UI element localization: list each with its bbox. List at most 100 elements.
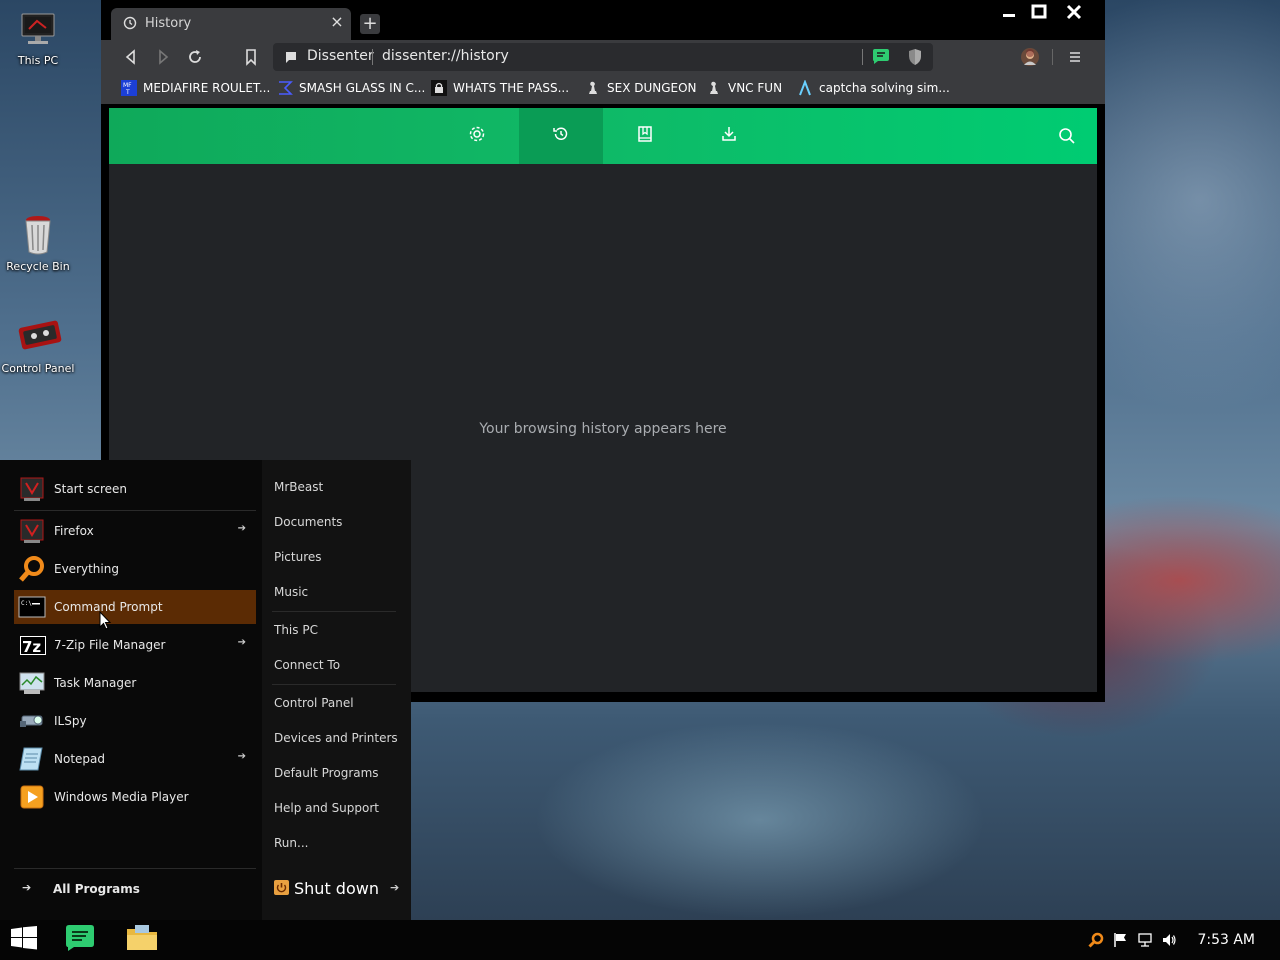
desktop-icon-label: This PC (17, 54, 59, 67)
program-7zip[interactable]: 7z 7-Zip File Manager ➔ (14, 628, 256, 662)
tab-title: History (145, 16, 192, 31)
tab-strip: History × + (101, 0, 1105, 40)
new-tab-button[interactable]: + (360, 14, 380, 34)
start-menu-places: MrBeast Documents Pictures Music This PC… (262, 460, 411, 920)
dissenter-comment-icon[interactable] (872, 49, 890, 65)
place-default-programs[interactable]: Default Programs (274, 758, 404, 788)
menu-icon[interactable] (1067, 49, 1083, 65)
program-start-screen[interactable]: Start screen (14, 472, 256, 506)
program-everything[interactable]: Everything (14, 552, 256, 586)
program-command-prompt[interactable]: C:\ Command Prompt (14, 590, 256, 624)
dissenter-icon (64, 924, 96, 956)
search-icon[interactable] (1057, 126, 1077, 146)
computer-icon (18, 10, 58, 50)
gear-icon (468, 125, 486, 147)
all-programs-button[interactable]: ➔ All Programs (14, 872, 256, 906)
bookmark-item[interactable]: WHATS THE PASS... (431, 80, 569, 98)
desktop-icon-this-pc[interactable]: This PC (0, 10, 76, 67)
taskbar: 7:53 AM (0, 920, 1280, 960)
mouse-cursor (99, 610, 113, 631)
svg-text:MF: MF (123, 82, 132, 89)
place-control-panel[interactable]: Control Panel (274, 688, 404, 718)
bookmark-item[interactable]: SEX DUNGEON (585, 80, 697, 98)
browser-toolbar: Dissenter dissenter://history (101, 40, 1105, 74)
recycle-bin-icon (18, 212, 58, 256)
history-nav-bar (109, 108, 1097, 164)
svg-text:T: T (125, 89, 130, 96)
task-manager-icon (18, 669, 46, 697)
taskbar-dissenter[interactable] (56, 920, 104, 960)
forward-button[interactable] (153, 47, 173, 67)
tab-history[interactable]: History × (111, 8, 351, 40)
magnifier-icon (18, 555, 46, 583)
site-name: Dissenter (307, 48, 374, 64)
bookmark-item[interactable]: SMASH GLASS IN C... (277, 80, 425, 98)
place-pictures[interactable]: Pictures (274, 542, 404, 572)
place-devices-printers[interactable]: Devices and Printers (274, 723, 404, 753)
media-player-icon (18, 783, 46, 811)
flag-icon[interactable] (1113, 932, 1129, 948)
mediafire-icon: MF T (121, 80, 137, 96)
firefox-red-icon (18, 517, 46, 545)
start-button[interactable] (0, 920, 48, 960)
shutdown-icon (274, 880, 289, 895)
search-everything-icon[interactable] (1088, 932, 1104, 948)
control-panel-icon (18, 314, 62, 358)
divider (14, 510, 256, 511)
close-window-button[interactable] (1062, 2, 1086, 22)
minimize-button[interactable] (997, 2, 1021, 22)
place-documents[interactable]: Documents (274, 507, 404, 537)
program-notepad[interactable]: Notepad ➔ (14, 742, 256, 776)
lock-icon (431, 80, 447, 96)
place-connect-to[interactable]: Connect To (274, 650, 404, 680)
place-help-support[interactable]: Help and Support (274, 793, 404, 823)
program-firefox[interactable]: Firefox ➔ (14, 514, 256, 548)
empty-history-message: Your browsing history appears here (479, 421, 727, 437)
desktop-icon-label: Recycle Bin (6, 260, 70, 273)
place-run[interactable]: Run... (274, 828, 404, 858)
svg-text:7z: 7z (22, 638, 41, 656)
network-icon[interactable] (1137, 932, 1153, 948)
omnibox-divider (372, 49, 373, 65)
arrow-right-icon[interactable]: ➔ (390, 881, 399, 894)
cmd-icon: C:\ (18, 593, 46, 621)
back-button[interactable] (121, 47, 141, 67)
dissenter-icon (284, 50, 298, 64)
reload-button[interactable] (185, 47, 205, 67)
volume-icon[interactable] (1161, 932, 1177, 948)
bookmarks-bar: MF T MEDIAFIRE ROULET... SMASH GLASS IN C… (101, 74, 1105, 104)
shield-icon[interactable] (907, 48, 923, 66)
url-text[interactable]: dissenter://history (382, 48, 509, 64)
clock[interactable]: 7:53 AM (1197, 932, 1255, 948)
place-user[interactable]: MrBeast (274, 472, 404, 502)
tab-downloads[interactable] (687, 108, 771, 164)
firefox-red-icon (18, 475, 46, 503)
program-task-manager[interactable]: Task Manager (14, 666, 256, 700)
shutdown-button[interactable]: Shut down ➔ (274, 878, 404, 902)
tab-history[interactable] (519, 108, 603, 164)
avatar[interactable] (1021, 48, 1039, 66)
place-this-pc[interactable]: This PC (274, 615, 404, 645)
tab-settings[interactable] (435, 108, 519, 164)
place-music[interactable]: Music (274, 577, 404, 607)
close-tab-icon[interactable]: × (329, 14, 345, 30)
bookmark-button[interactable] (241, 47, 261, 67)
desktop-icon-control-panel[interactable]: Control Panel (0, 314, 76, 375)
maximize-button[interactable] (1027, 2, 1051, 22)
7zip-icon: 7z (18, 631, 46, 659)
folder-icon (125, 923, 159, 957)
program-windows-media-player[interactable]: Windows Media Player (14, 780, 256, 814)
tab-bookmarks[interactable] (603, 108, 687, 164)
bookmark-item[interactable]: MF T MEDIAFIRE ROULET... (121, 80, 270, 98)
arrow-right-icon: ➔ (237, 637, 246, 648)
desktop-icon-recycle-bin[interactable]: Recycle Bin (0, 212, 76, 273)
download-icon (720, 125, 738, 147)
bookmark-item[interactable]: captcha solving sim... (797, 79, 950, 98)
address-bar[interactable]: Dissenter dissenter://history (273, 43, 933, 71)
taskbar-file-explorer[interactable] (118, 920, 166, 960)
bookmark-item[interactable]: VNC FUN (706, 80, 782, 98)
arrow-right-icon: ➔ (237, 751, 246, 762)
arrow-right-icon: ➔ (237, 523, 246, 534)
program-ilspy[interactable]: ILSpy (14, 704, 256, 738)
arrow-right-icon: ➔ (22, 881, 32, 894)
